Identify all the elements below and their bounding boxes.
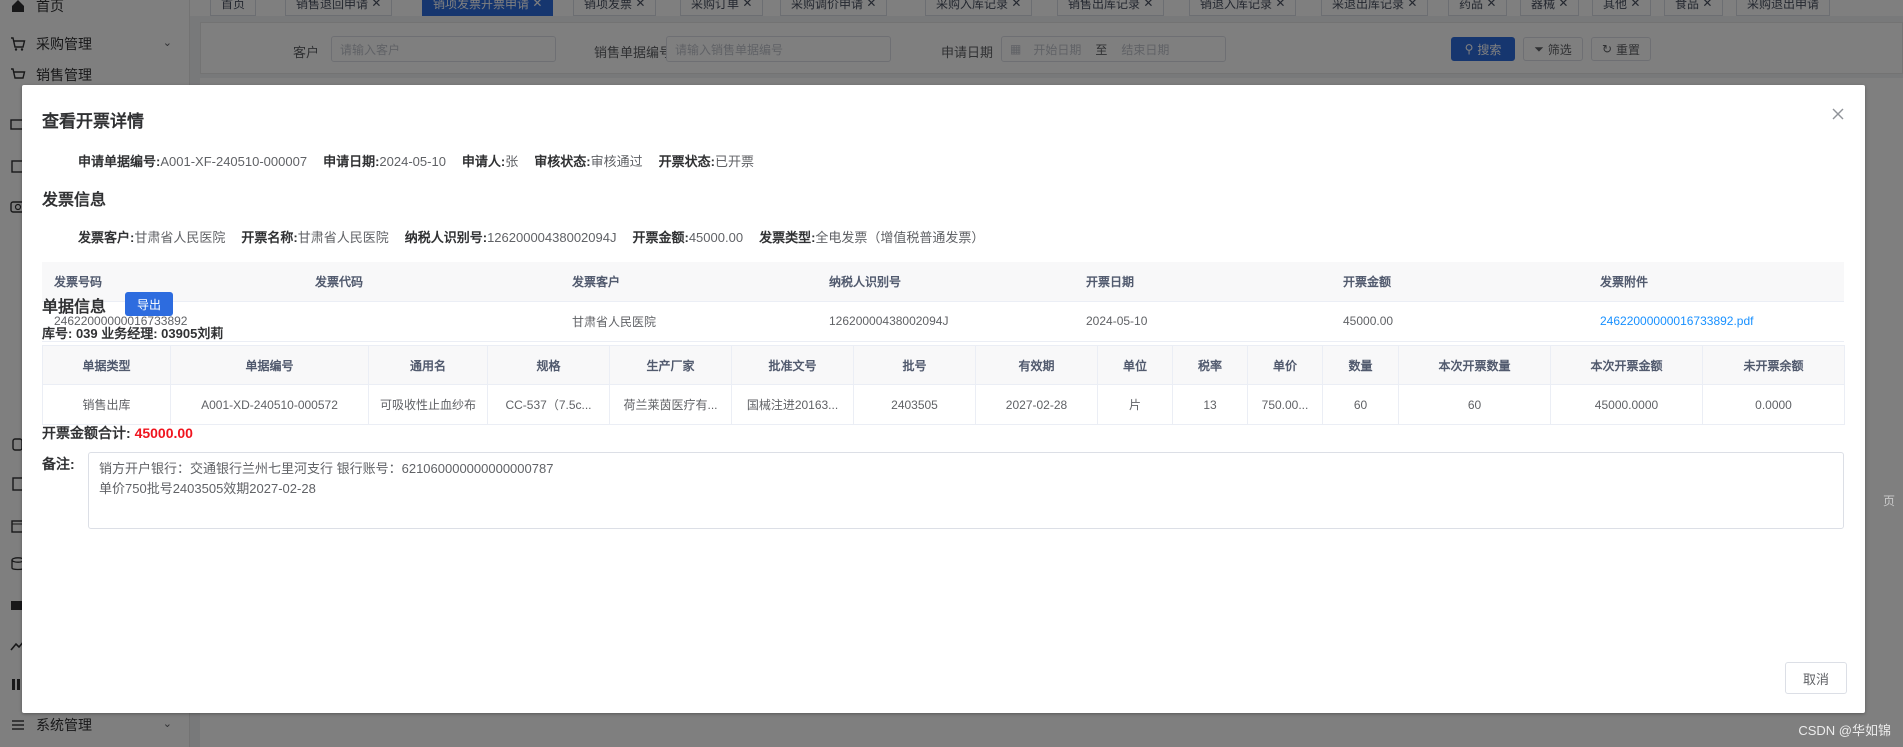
summary-order-no: 申请单据编号:A001-XF-240510-000007	[78, 154, 308, 169]
col-doc-type: 单据类型	[42, 345, 171, 385]
cell-manufacturer: 荷兰莱茵医疗有...	[609, 384, 732, 425]
export-button[interactable]: 导出	[125, 292, 173, 316]
cell-batch-no: 2403505	[853, 384, 976, 425]
cell-invoice-qty: 60	[1398, 384, 1551, 425]
col-taxpayer-id: 纳税人识别号	[817, 262, 1074, 302]
col-remaining: 未开票余额	[1702, 345, 1845, 385]
invoice-detail-dialog: 查看开票详情 申请单据编号:A001-XF-240510-000007 申请日期…	[22, 85, 1865, 713]
invoice-summary: 发票客户:甘肃省人民医院 开票名称:甘肃省人民医院 纳税人识别号:1262000…	[78, 227, 1000, 246]
invoice-section-title: 发票信息	[42, 192, 107, 209]
cell-taxpayer-id: 12620000438002094J	[817, 301, 1074, 342]
remark-label: 备注:	[42, 456, 75, 472]
col-invoice-date: 开票日期	[1074, 262, 1331, 302]
table-row: 24622000000016733892 甘肃省人民医院 12620000438…	[42, 301, 1844, 342]
remark-textarea[interactable]: 销方开户银行：交通银行兰州七里河支行 银行账号：6210600000000000…	[88, 452, 1844, 529]
summary-invoice-status: 开票状态:已开票	[658, 154, 754, 169]
summary-date: 申请日期:2024-05-10	[323, 154, 446, 169]
attachment-link[interactable]: 24622000000016733892.pdf	[1600, 314, 1754, 328]
col-spec: 规格	[487, 345, 610, 385]
col-invoice-customer: 发票客户	[560, 262, 817, 302]
invoice-name: 开票名称:甘肃省人民医院	[241, 230, 389, 245]
col-expiry: 有效期	[975, 345, 1098, 385]
watermark: CSDN @华如锦	[1798, 723, 1891, 738]
cell-invoice-amount: 45000.00	[1331, 301, 1588, 342]
col-doc-no: 单据编号	[170, 345, 369, 385]
total-amount: 45000.00	[134, 425, 193, 441]
col-tax-rate: 税率	[1172, 345, 1248, 385]
cell-invoice-customer: 甘肃省人民医院	[560, 301, 817, 342]
table-header-row: 单据类型 单据编号 通用名 规格 生产厂家 批准文号 批号 有效期 单位 税率 …	[42, 345, 1845, 385]
table-header-row: 发票号码 发票代码 发票客户 纳税人识别号 开票日期 开票金额 发票附件	[42, 262, 1844, 302]
cell-attachment: 24622000000016733892.pdf	[1588, 301, 1844, 342]
cell-doc-no: A001-XD-240510-000572	[170, 384, 369, 425]
col-invoice-code: 发票代码	[303, 262, 560, 302]
summary-applicant: 申请人:张	[461, 154, 519, 169]
dialog-title: 查看开票详情	[42, 112, 144, 131]
invoice-type: 发票类型:全电发票（增值税普通发票）	[759, 230, 985, 245]
cancel-button[interactable]: 取消	[1785, 662, 1847, 694]
cell-invoice-date: 2024-05-10	[1074, 301, 1331, 342]
invoice-customer: 发票客户:甘肃省人民医院	[78, 230, 226, 245]
col-invoice-amount: 开票金额	[1331, 262, 1588, 302]
total-label: 开票金额合计:	[42, 425, 135, 441]
col-generic-name: 通用名	[368, 345, 488, 385]
cell-unit-price: 750.00...	[1247, 384, 1323, 425]
warehouse-manager-line: 库号: 039 业务经理: 03905刘莉	[42, 326, 224, 341]
cell-spec: CC-537（7.5c...	[487, 384, 610, 425]
col-approval-no: 批准文号	[731, 345, 854, 385]
pagination-hint: 页	[1882, 494, 1895, 508]
invoice-taxpayer-id: 纳税人识别号:12620000438002094J	[404, 230, 617, 245]
cell-expiry: 2027-02-28	[975, 384, 1098, 425]
invoice-total: 开票金额合计: 45000.00	[42, 423, 193, 443]
close-icon[interactable]	[1829, 105, 1847, 123]
cell-remaining: 0.0000	[1702, 384, 1845, 425]
doc-section-title: 单据信息	[42, 299, 107, 316]
table-row: 销售出库 A001-XD-240510-000572 可吸收性止血纱布 CC-5…	[42, 384, 1845, 425]
col-attachment: 发票附件	[1588, 262, 1844, 302]
col-unit: 单位	[1097, 345, 1173, 385]
col-unit-price: 单价	[1247, 345, 1323, 385]
cell-quantity: 60	[1322, 384, 1399, 425]
invoice-amount: 开票金额:45000.00	[632, 230, 744, 245]
cell-approval-no: 国械注进20163...	[731, 384, 854, 425]
col-invoice-qty: 本次开票数量	[1398, 345, 1551, 385]
cell-invoice-code	[303, 301, 560, 342]
application-summary: 申请单据编号:A001-XF-240510-000007 申请日期:2024-0…	[78, 151, 770, 170]
col-manufacturer: 生产厂家	[609, 345, 732, 385]
cell-tax-rate: 13	[1172, 384, 1248, 425]
document-table: 单据类型 单据编号 通用名 规格 生产厂家 批准文号 批号 有效期 单位 税率 …	[42, 345, 1845, 425]
cell-invoice-amt: 45000.0000	[1550, 384, 1703, 425]
cell-doc-type: 销售出库	[42, 384, 171, 425]
col-invoice-amt: 本次开票金额	[1550, 345, 1703, 385]
invoice-table: 发票号码 发票代码 发票客户 纳税人识别号 开票日期 开票金额 发票附件 246…	[42, 262, 1844, 342]
col-quantity: 数量	[1322, 345, 1399, 385]
cell-generic-name: 可吸收性止血纱布	[368, 384, 488, 425]
cell-unit: 片	[1097, 384, 1173, 425]
col-batch-no: 批号	[853, 345, 976, 385]
summary-review-status: 审核状态:审核通过	[534, 154, 643, 169]
